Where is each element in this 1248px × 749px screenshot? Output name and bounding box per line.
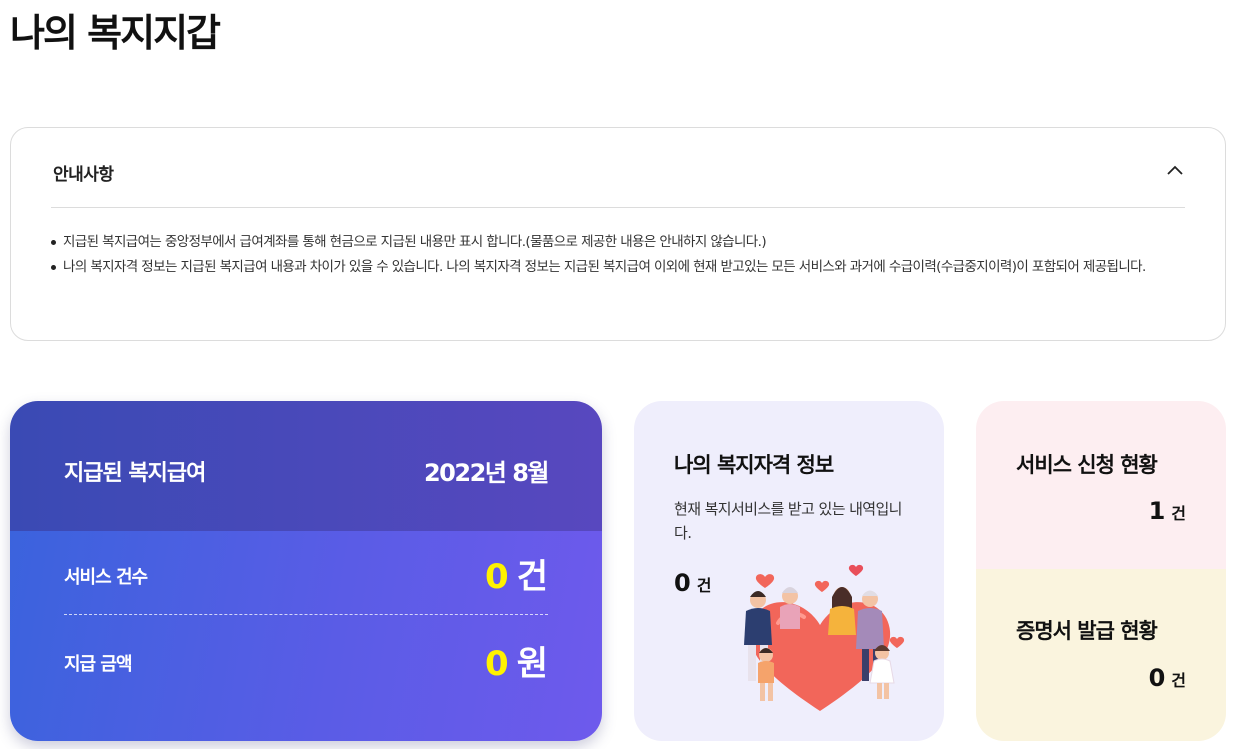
qualification-count: 0건 bbox=[674, 569, 711, 597]
welfare-qualification-card[interactable]: 나의 복지자격 정보 현재 복지서비스를 받고 있는 내역입니다. 0건 bbox=[634, 401, 944, 741]
notice-item: 나의 복지자격 정보는 지급된 복지급여 내용과 차이가 있을 수 있습니다. … bbox=[51, 255, 1185, 280]
payment-amount-number: 0 bbox=[485, 644, 509, 684]
paid-benefits-date: 2022년 8월 bbox=[423, 453, 550, 488]
payment-amount-unit: 원 bbox=[516, 644, 548, 684]
qualification-count-number: 0 bbox=[674, 569, 691, 597]
certificate-issuance-count: 0건 bbox=[1149, 664, 1186, 692]
chevron-up-icon[interactable] bbox=[1167, 163, 1183, 179]
service-count-unit: 건 bbox=[516, 557, 548, 597]
notice-panel: 안내사항 지급된 복지급여는 중앙정부에서 급여계좌를 통해 현금으로 지급된 … bbox=[10, 127, 1226, 341]
service-application-count-number: 1 bbox=[1148, 497, 1166, 525]
certificate-issuance-title: 증명서 발급 현황 bbox=[1016, 619, 1158, 643]
service-application-panel[interactable] bbox=[976, 401, 1226, 569]
page-title: 나의 복지지갑 bbox=[10, 11, 221, 55]
payment-amount-label: 지급 금액 bbox=[64, 654, 133, 675]
notice-list: 지급된 복지급여는 중앙정부에서 급여계좌를 통해 현금으로 지급된 내용만 표… bbox=[51, 230, 1185, 279]
service-application-count-unit: 건 bbox=[1171, 504, 1186, 523]
qualification-count-unit: 건 bbox=[696, 576, 712, 595]
service-count-label: 서비스 건수 bbox=[64, 567, 148, 588]
paid-benefits-card[interactable]: 지급된 복지급여 2022년 8월 서비스 건수 0건 지급 금액 0원 bbox=[10, 401, 602, 741]
service-status-card: 서비스 신청 현황 1건 증명서 발급 현황 0건 bbox=[976, 401, 1226, 741]
service-count-value: 0건 bbox=[485, 549, 548, 598]
notice-divider bbox=[51, 207, 1185, 208]
paid-benefits-divider bbox=[64, 614, 548, 615]
paid-benefits-year: 2022년 bbox=[423, 459, 507, 487]
certificate-issuance-count-number: 0 bbox=[1148, 664, 1166, 692]
family-heart-illustration bbox=[744, 564, 905, 711]
payment-amount-value: 0원 bbox=[485, 636, 548, 685]
paid-benefits-month: 8월 bbox=[512, 459, 549, 487]
certificate-issuance-count-unit: 건 bbox=[1171, 671, 1186, 690]
qualification-title: 나의 복지자격 정보 bbox=[674, 453, 834, 477]
paid-benefits-title: 지급된 복지급여 bbox=[64, 461, 206, 486]
service-count-number: 0 bbox=[485, 557, 509, 597]
service-application-title: 서비스 신청 현황 bbox=[1016, 453, 1158, 477]
notice-item: 지급된 복지급여는 중앙정부에서 급여계좌를 통해 현금으로 지급된 내용만 표… bbox=[51, 230, 1185, 255]
certificate-issuance-panel[interactable] bbox=[976, 569, 1226, 741]
service-application-count: 1건 bbox=[1149, 497, 1186, 525]
notice-title: 안내사항 bbox=[53, 165, 114, 185]
qualification-description: 현재 복지서비스를 받고 있는 내역입니다. bbox=[674, 500, 902, 542]
